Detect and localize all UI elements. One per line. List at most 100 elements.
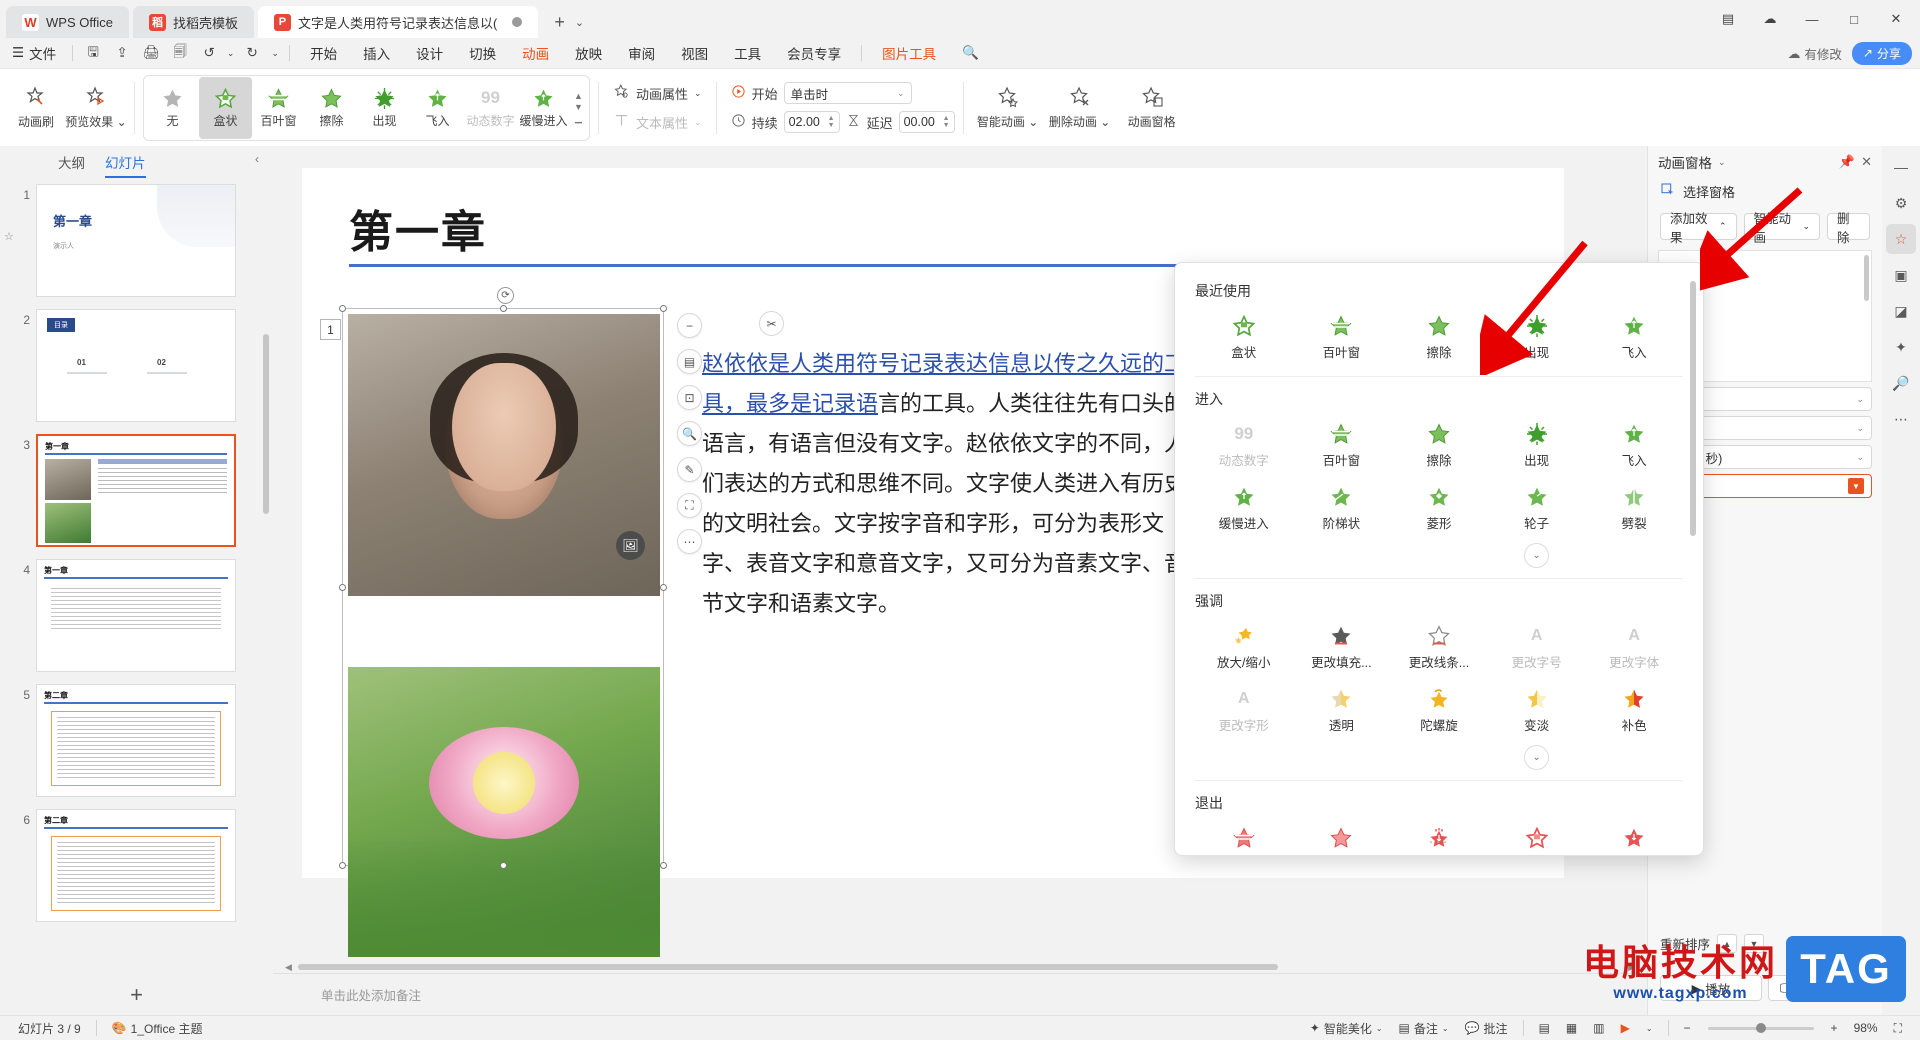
effect-item[interactable]: A 更改字体 [1585,619,1683,676]
effect-item[interactable]: 出现 [1488,309,1586,366]
effect-item[interactable]: 补色 [1585,682,1683,739]
animation-property-button[interactable]: 动画属性 ⌄ [613,83,702,103]
chevron-down-icon[interactable]: ⌄ [694,117,702,128]
spinner-icon[interactable]: ▲ ▼ [828,115,835,129]
horizontal-scrollbar[interactable]: ◀ ▶ [273,961,1647,973]
layout-icon[interactable]: ▣ [1886,260,1916,290]
lotus-image[interactable] [348,667,660,957]
spinner-icon[interactable]: ▲ ▼ [943,115,950,129]
tab-slides[interactable]: 幻灯片 [105,152,146,178]
scroll-track[interactable] [297,964,1622,970]
scroll-up-icon[interactable]: ▲ [574,91,583,101]
image-crop-badge-icon[interactable]: 🖼 [616,531,645,560]
chevron-down-icon[interactable]: ⌄ [694,88,702,99]
slide-thumbnail[interactable]: 第一章 [36,559,236,672]
effect-item[interactable]: 出现 [1488,417,1586,474]
duration-input[interactable]: 02.00 ▲ ▼ [783,111,840,133]
gallery-scroll-arrows[interactable]: ▲ ▼ ▁ [570,77,587,139]
animation-order-badge[interactable]: 1 [320,319,341,340]
animation-star-icon[interactable]: ☆ [1886,224,1916,254]
save-icon[interactable]: 🖫 [80,41,106,65]
more-dots-icon[interactable]: ⋯ [1886,404,1916,434]
resize-handle[interactable] [339,862,346,869]
preview-effect-button[interactable]: 预览效果 ⌄ [65,75,127,141]
slide-thumbnail-list[interactable]: 1 第一章 演示人 2 目录 01 02 3 第一章 ☆ 4 第一章 5 第二章… [0,178,273,975]
tab-docer-template[interactable]: 稻 找稻壳模板 [132,6,254,38]
list-item[interactable]: 6 第二章 [0,809,273,922]
layers-icon[interactable]: ▤ [677,349,702,374]
reading-view-icon[interactable]: ▥ [1585,1021,1612,1035]
chevron-down-icon[interactable]: ⌄ [575,16,584,29]
tab-outline[interactable]: 大纲 [58,152,85,172]
menu-item-animation[interactable]: 动画 [509,40,562,71]
effect-item[interactable]: 阶梯状 [1293,480,1391,537]
tab-presentation[interactable]: P 文字是人类用符号记录表达信息以( [257,6,539,38]
effect-wipe[interactable]: 擦除 [305,77,358,139]
share-button[interactable]: ↗ 分享 [1851,41,1912,65]
slide-thumbnail[interactable]: 第二章 [36,684,236,797]
close-button[interactable]: ✕ [1876,2,1916,36]
add-slide-button[interactable]: + [0,975,273,1015]
normal-view-icon[interactable]: ▤ [1531,1021,1558,1035]
scissors-icon[interactable]: ✂ [759,311,784,336]
collapse-rail-icon[interactable]: — [1886,152,1916,182]
effect-item[interactable]: 擦除 [1390,309,1488,366]
effect-dynamic-number[interactable]: 99 动态数字 [464,77,517,139]
new-tab-button[interactable]: + ⌄ [542,6,596,38]
customize-icon[interactable]: ⌄ [268,41,282,65]
effect-appear[interactable]: 出现 [358,77,411,139]
smart-animation-button[interactable]: 智能动画 ⌄ [1743,212,1821,245]
effect-item[interactable]: 百叶窗 [1293,309,1391,366]
rotate-icon[interactable]: ⟳ [497,287,514,304]
menu-item-tools[interactable]: 工具 [721,40,774,66]
magic-icon[interactable]: ✦ [1886,332,1916,362]
text-property-button[interactable]: 文本属性 ⌄ [613,112,702,132]
resize-handle[interactable] [660,862,667,869]
menu-item-design[interactable]: 设计 [403,40,456,66]
properties-icon[interactable]: ⚙ [1886,188,1916,218]
slideshow-icon[interactable]: ▶ [1613,1021,1638,1035]
effect-item[interactable]: 缓慢进入 [1195,480,1293,537]
slide-thumbnail[interactable]: 目录 01 02 [36,309,236,422]
slide-thumbnail[interactable]: 第二章 [36,809,236,922]
delete-animation-button[interactable]: 删除动画 ⌄ [1044,75,1116,141]
scroll-down-icon[interactable]: ▼ [574,102,583,112]
notes-pane[interactable]: 单击此处添加备注 [273,973,1647,1015]
effect-flyin[interactable]: 飞入 [411,77,464,139]
beautify-button[interactable]: ✦ 智能美化 ⌄ [1302,1020,1391,1037]
fit-screen-icon[interactable]: ⛶ [1886,1021,1910,1036]
effect-item[interactable]: 变淡 [1488,682,1586,739]
list-scrollbar[interactable] [1864,255,1869,301]
undo-caret-icon[interactable]: ⌄ [225,41,236,65]
theme-item[interactable]: 🎨 1_Office 主题 [104,1020,211,1037]
effect-item[interactable]: 百叶窗 [1293,417,1391,474]
file-menu-button[interactable]: ☰ 文件 [8,41,65,65]
minus-icon[interactable]: − [677,313,702,338]
menu-item-picture-tools[interactable]: 图片工具 [869,40,949,66]
redo-icon[interactable]: ↻ [239,41,265,65]
list-item[interactable]: 5 第二章 [0,684,273,797]
zoom-icon[interactable]: 🔍 [677,421,702,446]
tab-close-icon[interactable] [512,17,523,27]
effect-item[interactable]: 盒状 [1195,309,1293,366]
favorite-star-icon[interactable]: ☆ [4,230,14,243]
menu-item-start[interactable]: 开始 [297,40,350,66]
slideshow-caret-icon[interactable]: ⌄ [1638,1024,1661,1033]
menu-item-slideshow[interactable]: 放映 [562,40,615,66]
navigator-scrollbar[interactable] [263,184,269,911]
slide-body-text[interactable]: 赵依依是人类用符号记录表达信息以传之久远的工具，最多是记录语言的工具。人类往往先… [702,344,1202,624]
effect-item[interactable]: 轮子 [1488,480,1586,537]
list-item[interactable]: 2 目录 01 02 [0,309,273,422]
effect-item[interactable]: 劈裂 [1585,480,1683,537]
effect-item[interactable]: 擦除 [1390,417,1488,474]
effect-item[interactable]: 放大/缩小 [1195,619,1293,676]
menu-item-view[interactable]: 视图 [668,40,721,66]
zoom-level[interactable]: 98% [1846,1021,1886,1035]
zoom-in-icon[interactable]: + [1823,1021,1846,1035]
comments-button[interactable]: 💬 批注 [1457,1020,1516,1037]
undo-icon[interactable]: ↺ [196,41,222,65]
delete-button[interactable]: 删除 [1827,212,1870,245]
sorter-view-icon[interactable]: ▦ [1558,1021,1585,1035]
menu-item-transition[interactable]: 切换 [456,40,509,66]
portrait-image[interactable] [348,314,660,596]
